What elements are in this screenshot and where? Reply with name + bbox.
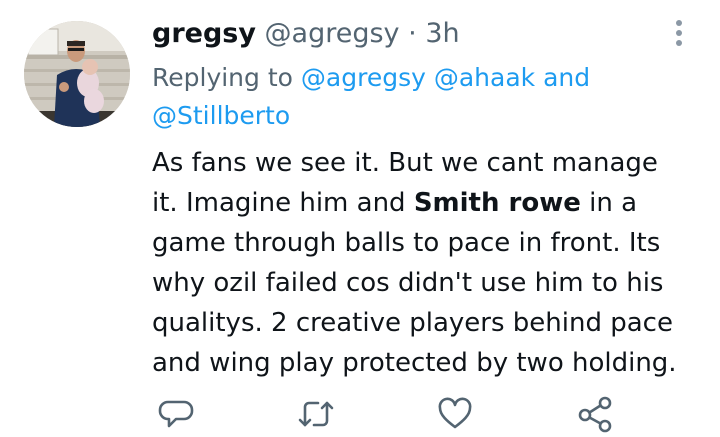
- reply-button[interactable]: [156, 394, 196, 434]
- user-handle[interactable]: @agregsy: [265, 18, 400, 49]
- tweet-text-line: As fans we see it. But we cant manage: [152, 148, 658, 178]
- more-vertical-icon[interactable]: [670, 18, 690, 48]
- tweet-actions-bar: [150, 394, 630, 434]
- tweet-text-line: and wing play protected by two holding.: [152, 348, 677, 378]
- replying-to-line: Replying to @agregsy @ahaak and @Stillbe…: [152, 59, 652, 135]
- mention-link[interactable]: @Stillberto: [152, 101, 290, 130]
- timestamp[interactable]: 3h: [425, 18, 459, 49]
- tweet-text-segment: it. Imagine him and: [152, 188, 414, 218]
- tweet-text-line: game through balls to pace in front. Its: [152, 228, 661, 258]
- replying-prefix: Replying to: [152, 63, 293, 92]
- avatar-photo: [24, 21, 130, 127]
- tweet-text: As fans we see it. But we cant manage it…: [152, 143, 697, 383]
- like-button[interactable]: [435, 394, 475, 434]
- retweet-icon: [298, 401, 334, 427]
- separator-dot: ·: [408, 18, 417, 49]
- tweet-text-line: why ozil failed cos didn't use him to hi…: [152, 268, 664, 298]
- share-button[interactable]: [575, 394, 615, 434]
- display-name[interactable]: gregsy: [152, 18, 256, 49]
- mention-conjunction: and: [543, 63, 591, 92]
- tweet-text-bold: Smith rowe: [413, 188, 581, 218]
- retweet-button[interactable]: [296, 394, 336, 434]
- mention-link[interactable]: @ahaak: [434, 63, 535, 92]
- reply-icon: [158, 400, 194, 428]
- tweet-text-segment: in a: [580, 188, 638, 218]
- share-icon: [578, 396, 612, 433]
- tweet-text-line: it. Imagine him and Smith rowe in a: [152, 183, 697, 223]
- avatar[interactable]: [24, 21, 130, 127]
- tweet-header: gregsy @agregsy · 3h: [152, 17, 460, 51]
- heart-icon: [438, 397, 472, 429]
- tweet-text-line: qualitys. 2 creative players behind pace: [152, 308, 673, 338]
- mention-link[interactable]: @agregsy: [301, 63, 426, 92]
